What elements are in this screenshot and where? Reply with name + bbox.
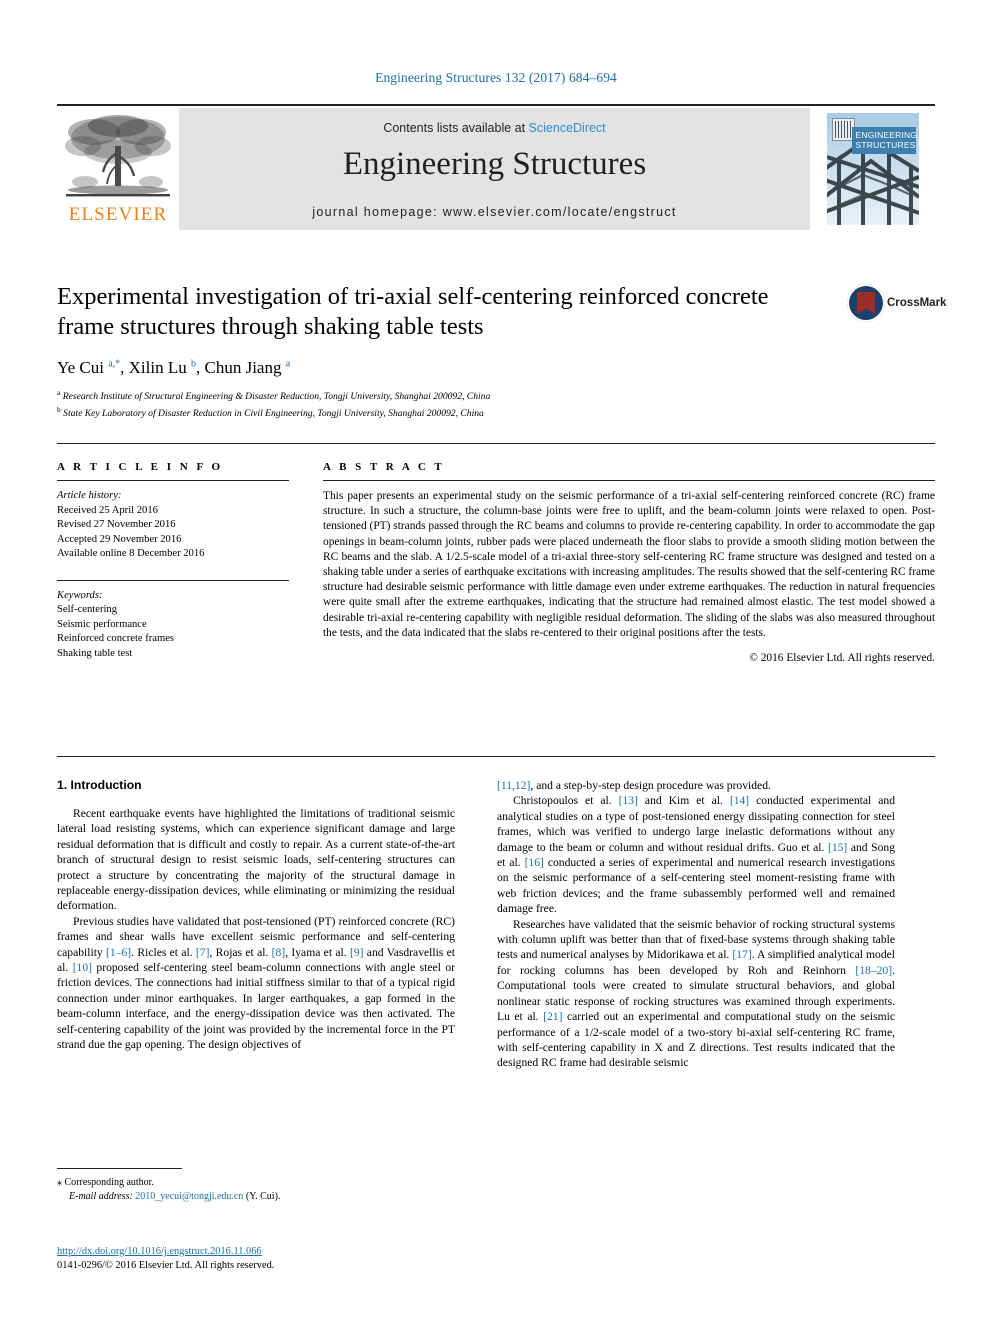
keyword-item: Seismic performance xyxy=(57,618,147,630)
cover-title-box: Engineering Structures xyxy=(851,127,918,154)
masthead-center: Contents lists available at ScienceDirec… xyxy=(179,108,810,230)
footnote-divider xyxy=(57,1168,182,1169)
elsevier-tree-icon xyxy=(65,115,171,197)
doi-block: http://dx.doi.org/10.1016/j.engstruct.20… xyxy=(57,1245,477,1273)
keyword-item: Shaking table test xyxy=(57,647,133,659)
cover-title-line-2: Structures xyxy=(855,140,916,150)
journal-masthead: ELSEVIER Contents lists available at Sci… xyxy=(57,104,935,230)
corresponding-author-note: ⁎ Corresponding author. xyxy=(57,1176,455,1190)
citation-link[interactable]: [11,12] xyxy=(497,779,530,792)
paragraph: Previous studies have validated that pos… xyxy=(57,914,455,1053)
article-info-panel: A R T I C L E I N F O Article history: R… xyxy=(57,461,289,661)
citation-link[interactable]: [21] xyxy=(543,1010,562,1023)
email-label: E-mail address: xyxy=(69,1190,133,1202)
paragraph: [11,12], and a step-by-step design proce… xyxy=(497,778,895,793)
text-run: , Rojas et al. xyxy=(209,945,272,959)
affiliation-mark: a xyxy=(57,388,61,397)
keywords-list: Self-centering Seismic performance Reinf… xyxy=(57,603,289,661)
journal-homepage-link[interactable]: journal homepage: www.elsevier.com/locat… xyxy=(179,205,810,219)
article-page: Engineering Structures 132 (2017) 684–69… xyxy=(0,0,992,1323)
doi-link[interactable]: http://dx.doi.org/10.1016/j.engstruct.20… xyxy=(57,1245,477,1259)
elsevier-wordmark: ELSEVIER xyxy=(68,204,168,225)
article-info-rule xyxy=(57,480,289,481)
keywords-rule xyxy=(57,579,289,581)
citation-link[interactable]: [17] xyxy=(732,948,751,961)
page-title: Experimental investigation of tri-axial … xyxy=(57,283,769,340)
citation-link[interactable]: [15] xyxy=(828,841,847,854)
crossmark-icon xyxy=(847,284,885,322)
text-run: conducted a series of experimental and n… xyxy=(497,856,895,916)
divider-bottom xyxy=(57,756,935,757)
article-history-list: Received 25 April 2016 Revised 27 Novemb… xyxy=(57,504,289,562)
keyword-item: Self-centering xyxy=(57,604,118,615)
citation-link[interactable]: [8] xyxy=(272,946,286,959)
crossmark-label: CrossMark xyxy=(887,297,947,309)
contents-prefix: Contents lists available at xyxy=(383,121,529,135)
history-item: Available online 8 December 2016 xyxy=(57,548,205,559)
divider-top xyxy=(57,443,935,444)
affiliation-item: a Research Institute of Structural Engin… xyxy=(57,387,935,404)
paragraph: Researches have validated that the seism… xyxy=(497,917,895,1071)
affiliation-text: Research Institute of Structural Enginee… xyxy=(62,391,491,403)
history-item: Received 25 April 2016 xyxy=(57,504,158,516)
keywords-label: Keywords: xyxy=(57,589,103,601)
text-run: and Kim et al. xyxy=(637,794,730,808)
footnote-block: ⁎ Corresponding author. E-mail address: … xyxy=(57,1176,455,1203)
text-run: proposed self-centering steel beam-colum… xyxy=(57,961,455,1052)
paragraph: Christopoulos et al. [13] and Kim et al.… xyxy=(497,793,895,916)
affiliation-text: State Key Laboratory of Disaster Reducti… xyxy=(63,407,484,419)
citation-link[interactable]: [16] xyxy=(525,856,544,869)
article-history-label: Article history: xyxy=(57,490,122,501)
copyright-line: © 2016 Elsevier Ltd. All rights reserved… xyxy=(749,652,935,665)
issn-copyright-line: 0141-0296/© 2016 Elsevier Ltd. All right… xyxy=(57,1260,275,1271)
crossmark-badge[interactable]: CrossMark xyxy=(847,282,946,328)
title-block: Experimental investigation of tri-axial … xyxy=(57,282,946,420)
affiliation-item: b State Key Laboratory of Disaster Reduc… xyxy=(57,404,935,421)
journal-cover-thumbnail[interactable]: Engineering Structures xyxy=(810,108,935,230)
history-item: Accepted 29 November 2016 xyxy=(57,533,182,545)
journal-title: Engineering Structures xyxy=(342,146,647,182)
text-run: . Ricles et al. xyxy=(131,945,196,959)
keyword-item: Reinforced concrete frames xyxy=(57,633,175,644)
body-column-right: [11,12], and a step-by-step design proce… xyxy=(497,778,895,1178)
abstract-rule xyxy=(323,480,935,481)
corresponding-text: Corresponding author. xyxy=(64,1177,154,1188)
cover-title-line-1: Engineering xyxy=(855,130,918,140)
article-info-heading: A R T I C L E I N F O xyxy=(57,461,224,473)
citation-link[interactable]: [14] xyxy=(730,794,749,807)
contents-available-line: Contents lists available at ScienceDirec… xyxy=(179,121,810,135)
text-run: , Iyama et al. xyxy=(285,945,350,959)
text-run: Christopoulos et al. xyxy=(513,794,619,808)
citation-link[interactable]: [9] xyxy=(350,946,364,959)
email-link[interactable]: 2010_yecui@tongji.edu.cn xyxy=(135,1191,243,1202)
running-head: Engineering Structures 132 (2017) 684–69… xyxy=(375,70,617,85)
email-note: E-mail address: 2010_yecui@tongji.edu.cn… xyxy=(57,1190,455,1204)
corresponding-marker: ⁎ xyxy=(57,1177,62,1188)
abstract-panel: A B S T R A C T This paper presents an e… xyxy=(323,461,935,664)
citation-link[interactable]: [7] xyxy=(196,946,210,959)
citation-link[interactable]: [13] xyxy=(619,794,638,807)
abstract-text: This paper presents an experimental stud… xyxy=(323,490,935,639)
section-heading-introduction: 1. Introduction xyxy=(57,778,142,792)
sciencedirect-link[interactable]: ScienceDirect xyxy=(529,121,606,135)
elsevier-logo: ELSEVIER xyxy=(57,108,179,230)
paragraph: Recent earthquake events have highlighte… xyxy=(57,807,455,913)
citation-link[interactable]: [1–6] xyxy=(106,946,131,959)
text-run: , and a step-by-step design procedure wa… xyxy=(530,779,771,792)
cover-artwork: Engineering Structures xyxy=(826,113,919,225)
history-item: Revised 27 November 2016 xyxy=(57,519,176,530)
citation-link[interactable]: [18–20] xyxy=(855,964,892,977)
author-list: Ye Cui a,*, Xilin Lu b, Chun Jiang a xyxy=(57,358,291,377)
body-column-left: Recent earthquake events have highlighte… xyxy=(57,806,455,1161)
affiliation-list: a Research Institute of Structural Engin… xyxy=(57,387,935,420)
citation-link[interactable]: [10] xyxy=(73,961,92,974)
affiliation-mark: b xyxy=(57,404,61,414)
abstract-heading: A B S T R A C T xyxy=(323,461,445,473)
email-suffix: (Y. Cui). xyxy=(245,1190,281,1202)
